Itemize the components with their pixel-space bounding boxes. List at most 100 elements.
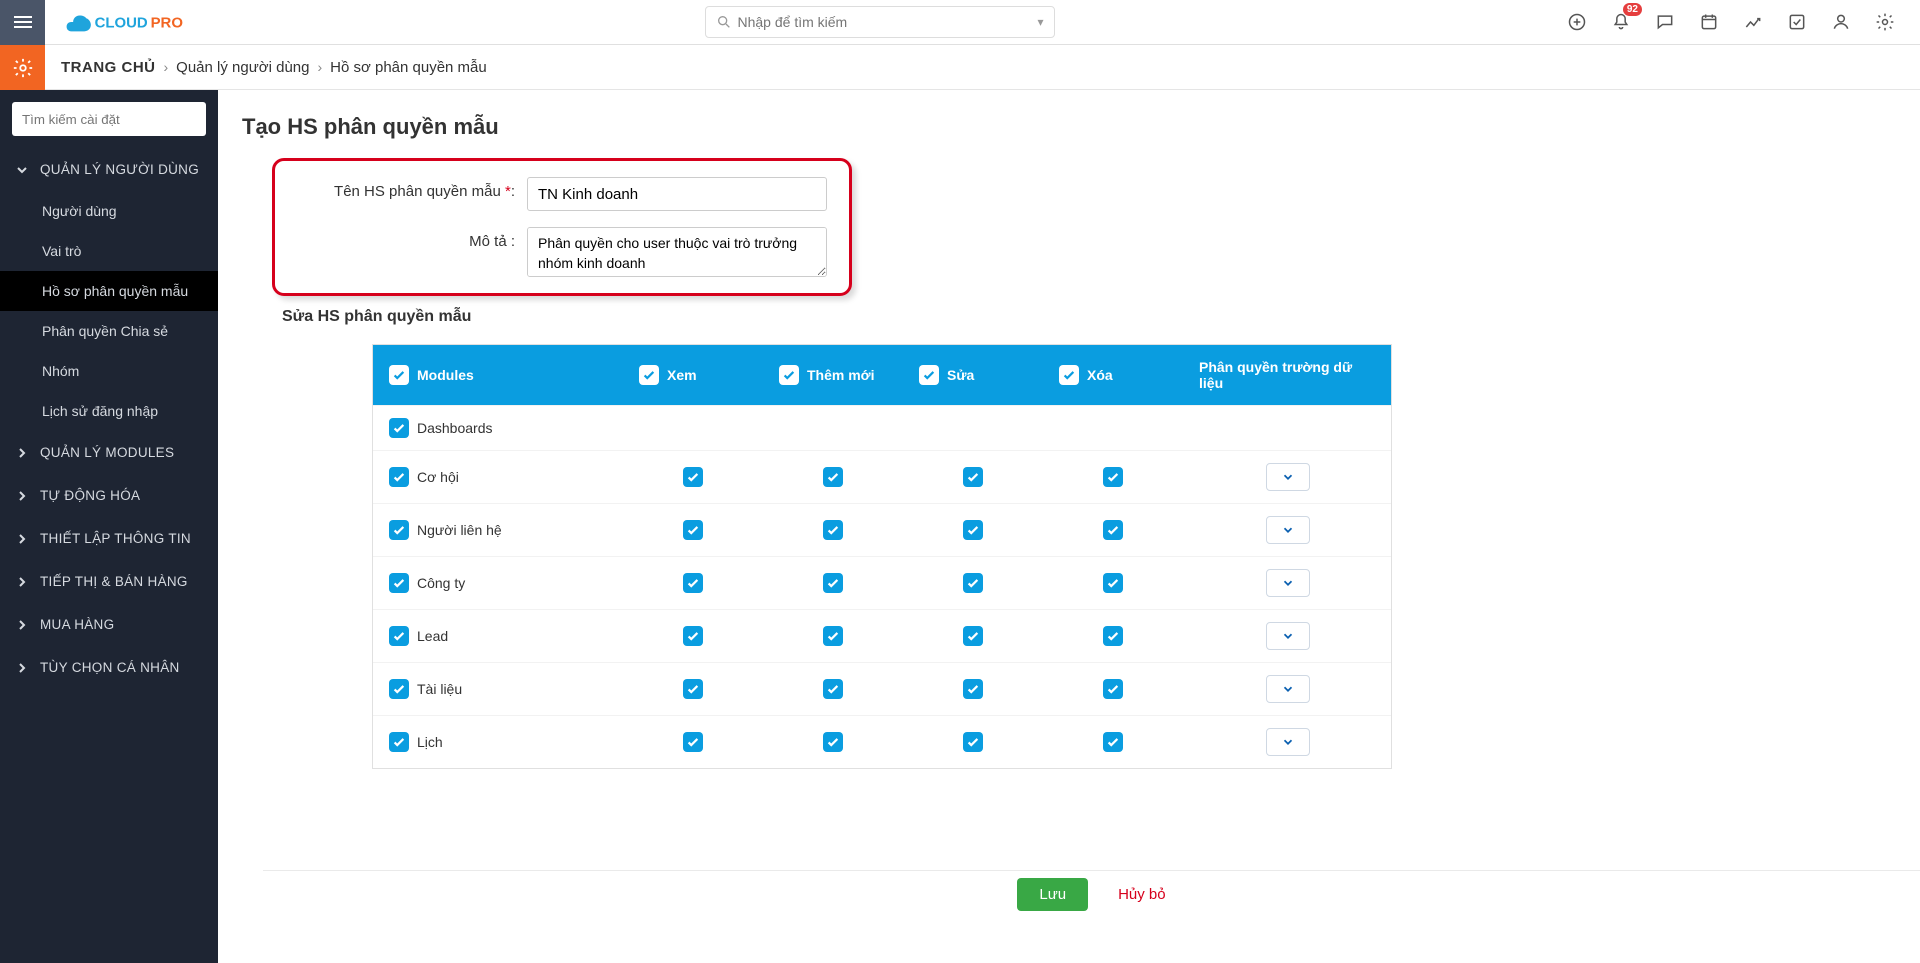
expand-fields-button[interactable] xyxy=(1266,516,1310,544)
sidebar-group-automation[interactable]: TỰ ĐỘNG HÓA xyxy=(0,474,218,517)
profile-desc-textarea[interactable] xyxy=(527,227,827,277)
perm-cell-fields xyxy=(1183,557,1393,609)
checkbox-edit[interactable] xyxy=(963,573,983,593)
checkbox-view[interactable] xyxy=(683,732,703,752)
settings-button[interactable] xyxy=(1874,11,1896,33)
checkbox-module[interactable] xyxy=(389,573,409,593)
checkbox-all-view[interactable] xyxy=(639,365,659,385)
expand-fields-button[interactable] xyxy=(1266,622,1310,650)
checkbox-delete[interactable] xyxy=(1103,467,1123,487)
chevron-down-icon: ▾ xyxy=(1037,15,1043,29)
checkbox-add[interactable] xyxy=(823,573,843,593)
breadcrumb-sep: › xyxy=(317,59,322,75)
sidebar-item-roles[interactable]: Vai trò xyxy=(0,231,218,271)
sidebar-item-groups[interactable]: Nhóm xyxy=(0,351,218,391)
global-search-input[interactable] xyxy=(738,14,1038,30)
checkbox-delete[interactable] xyxy=(1103,573,1123,593)
chart-icon xyxy=(1743,12,1763,32)
checkbox-all-edit[interactable] xyxy=(919,365,939,385)
col-edit: Sửa xyxy=(903,345,1043,405)
save-button[interactable]: Lưu xyxy=(1017,878,1088,911)
sidebar-group-marketing[interactable]: TIẾP THỊ & BÁN HÀNG xyxy=(0,560,218,603)
menu-toggle-button[interactable] xyxy=(0,0,45,45)
sidebar-group-purchase[interactable]: MUA HÀNG xyxy=(0,603,218,646)
logo[interactable]: CLOUD PRO xyxy=(45,8,217,36)
checkbox-delete[interactable] xyxy=(1103,732,1123,752)
checkbox-module[interactable] xyxy=(389,679,409,699)
breadcrumb-sep: › xyxy=(164,59,169,75)
sidebar-search-input[interactable] xyxy=(12,102,206,136)
checkbox-view[interactable] xyxy=(683,626,703,646)
global-search[interactable]: ▾ xyxy=(705,6,1055,38)
col-add: Thêm mới xyxy=(763,345,903,405)
sidebar-group-config[interactable]: THIẾT LẬP THÔNG TIN xyxy=(0,517,218,560)
settings-panel-button[interactable] xyxy=(0,45,45,90)
checkbox-edit[interactable] xyxy=(963,467,983,487)
perm-cell-delete xyxy=(1043,610,1183,662)
checkbox-module[interactable] xyxy=(389,520,409,540)
checkbox-module[interactable] xyxy=(389,732,409,752)
footer-action-bar: Lưu Hủy bỏ xyxy=(263,870,1920,918)
checkbox-add[interactable] xyxy=(823,520,843,540)
perm-cell-edit xyxy=(903,557,1043,609)
checkbox-edit[interactable] xyxy=(963,626,983,646)
checkbox-add[interactable] xyxy=(823,679,843,699)
checkbox-module[interactable] xyxy=(389,626,409,646)
perm-cell-fields xyxy=(1183,504,1393,556)
checkbox-add[interactable] xyxy=(823,626,843,646)
profile-form-highlight: Tên HS phân quyền mẫu *: Mô tả : xyxy=(272,158,852,296)
cancel-button[interactable]: Hủy bỏ xyxy=(1118,886,1166,903)
profile-button[interactable] xyxy=(1830,11,1852,33)
module-name: Công ty xyxy=(417,575,465,591)
checkbox-view[interactable] xyxy=(683,679,703,699)
checkbox-view[interactable] xyxy=(683,467,703,487)
checkbox-all-modules[interactable] xyxy=(389,365,409,385)
checkbox-edit[interactable] xyxy=(963,679,983,699)
notifications-button[interactable]: 92 xyxy=(1610,11,1632,33)
checkbox-add[interactable] xyxy=(823,467,843,487)
add-button[interactable] xyxy=(1566,11,1588,33)
chevron-right-icon xyxy=(16,576,30,588)
permissions-table: Modules Xem Thêm mới Sửa Xóa xyxy=(372,344,1392,769)
checkbox-module[interactable] xyxy=(389,467,409,487)
breadcrumb-level1[interactable]: Quản lý người dùng xyxy=(176,59,309,76)
sidebar-search xyxy=(0,90,218,148)
tasks-button[interactable] xyxy=(1786,11,1808,33)
sidebar-submenu-users: Người dùng Vai trò Hồ sơ phân quyền mẫu … xyxy=(0,191,218,431)
expand-fields-button[interactable] xyxy=(1266,675,1310,703)
checkbox-add[interactable] xyxy=(823,732,843,752)
sidebar-item-profiles[interactable]: Hồ sơ phân quyền mẫu xyxy=(0,271,218,311)
checkbox-all-add[interactable] xyxy=(779,365,799,385)
sidebar-item-users[interactable]: Người dùng xyxy=(0,191,218,231)
checkbox-delete[interactable] xyxy=(1103,679,1123,699)
checkbox-delete[interactable] xyxy=(1103,520,1123,540)
sidebar-item-sharing[interactable]: Phân quyền Chia sẻ xyxy=(0,311,218,351)
chevron-down-icon xyxy=(16,164,30,176)
sidebar-item-login-history[interactable]: Lịch sử đăng nhập xyxy=(0,391,218,431)
checkbox-view[interactable] xyxy=(683,573,703,593)
sidebar-group-users[interactable]: QUẢN LÝ NGƯỜI DÙNG xyxy=(0,148,218,191)
perm-cell-delete xyxy=(1043,663,1183,715)
checkbox-edit[interactable] xyxy=(963,520,983,540)
calendar-button[interactable] xyxy=(1698,11,1720,33)
analytics-button[interactable] xyxy=(1742,11,1764,33)
checkbox-view[interactable] xyxy=(683,520,703,540)
sidebar-group-modules[interactable]: QUẢN LÝ MODULES xyxy=(0,431,218,474)
breadcrumb-home[interactable]: TRANG CHỦ xyxy=(61,59,156,76)
module-name: Lead xyxy=(417,628,448,644)
profile-name-input[interactable] xyxy=(527,177,827,211)
checkbox-all-delete[interactable] xyxy=(1059,365,1079,385)
chat-button[interactable] xyxy=(1654,11,1676,33)
edit-profile-heading: Sửa HS phân quyền mẫu xyxy=(282,308,1896,326)
plus-circle-icon xyxy=(1567,12,1587,32)
chevron-right-icon xyxy=(16,533,30,545)
checkbox-module[interactable] xyxy=(389,418,409,438)
user-icon xyxy=(1831,12,1851,32)
expand-fields-button[interactable] xyxy=(1266,463,1310,491)
sidebar-group-personal[interactable]: TÙY CHỌN CÁ NHÂN xyxy=(0,646,218,689)
expand-fields-button[interactable] xyxy=(1266,569,1310,597)
sidebar-group-label: THIẾT LẬP THÔNG TIN xyxy=(40,531,191,546)
checkbox-delete[interactable] xyxy=(1103,626,1123,646)
checkbox-edit[interactable] xyxy=(963,732,983,752)
expand-fields-button[interactable] xyxy=(1266,728,1310,756)
